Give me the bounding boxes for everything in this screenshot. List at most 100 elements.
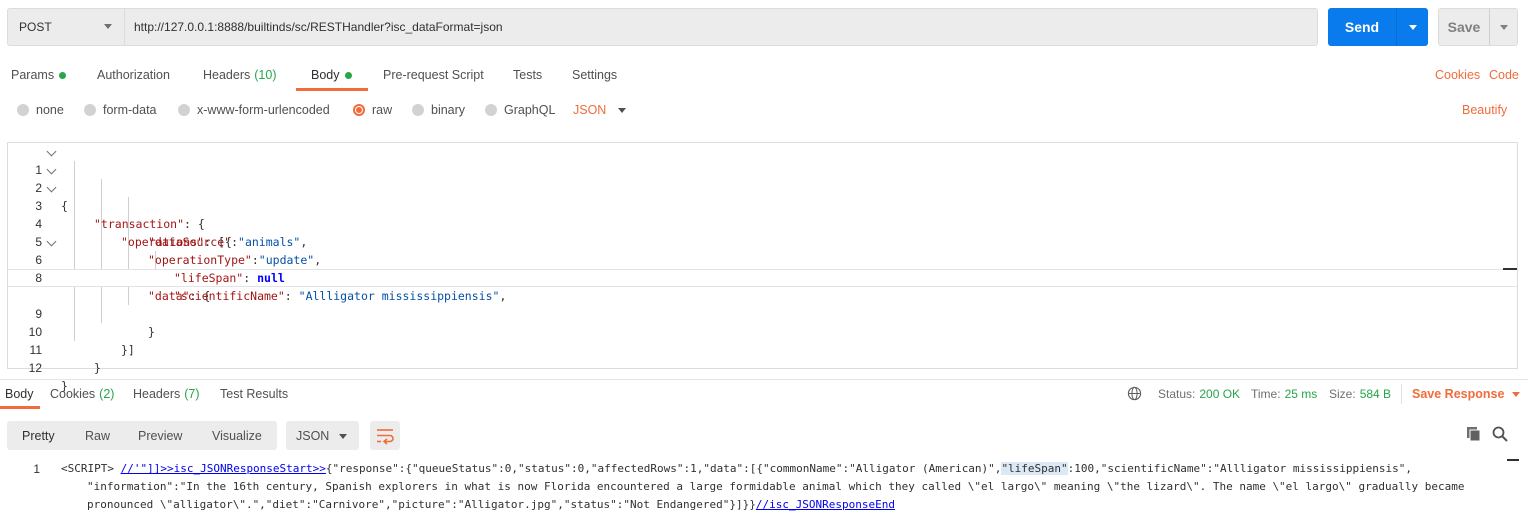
active-tab-indicator (296, 88, 368, 91)
beautify-link[interactable]: Beautify (1462, 100, 1507, 120)
tab-count: (10) (254, 68, 277, 82)
response-line: pronounced \"alligator\".","diet":"Carni… (87, 496, 895, 514)
tab-pre-request-script[interactable]: Pre-request Script (383, 60, 484, 90)
code-text: } (94, 359, 101, 377)
tab-label: Pre-request Script (383, 68, 484, 82)
save-options-button[interactable] (1489, 9, 1518, 45)
option-label: x-www-form-urlencoded (197, 103, 330, 117)
tab-authorization[interactable]: Authorization (97, 60, 170, 90)
body-type-none[interactable]: none (17, 100, 64, 120)
option-label: none (36, 103, 64, 117)
body-type-graphql[interactable]: GraphQL (485, 100, 555, 120)
format-label: JSON (296, 428, 330, 443)
fold-chevron-icon[interactable] (46, 182, 57, 193)
save-label: Save (1447, 19, 1481, 35)
time-label: Time: (1251, 387, 1281, 401)
copy-icon[interactable] (1466, 426, 1482, 442)
tab-headers[interactable]: Headers (10) (203, 60, 276, 90)
chevron-down-icon (104, 24, 112, 29)
active-tab-indicator (0, 406, 40, 409)
response-start-marker[interactable]: //'"]]>>isc_JSONResponseStart>> (121, 462, 326, 475)
response-tab-cookies[interactable]: Cookies (2) (50, 383, 114, 405)
code-line: 2 "transaction": { (8, 161, 1517, 231)
send-button[interactable]: Send (1328, 8, 1428, 46)
url-input[interactable]: http://127.0.0.1:8888/builtinds/sc/RESTH… (124, 8, 1318, 46)
radio-selected-icon (353, 104, 365, 116)
radio-icon (84, 104, 96, 116)
view-pretty-button[interactable]: Pretty (22, 421, 55, 450)
status-label: Status: (1158, 387, 1196, 401)
scrollbar-marker[interactable] (1507, 459, 1519, 461)
response-body[interactable]: 1 <SCRIPT> //'"]]>>isc_JSONResponseStart… (0, 460, 1528, 526)
search-icon[interactable] (1492, 426, 1508, 442)
body-type-urlencoded[interactable]: x-www-form-urlencoded (178, 100, 330, 120)
body-type-form-data[interactable]: form-data (84, 100, 157, 120)
body-type-raw[interactable]: raw (353, 100, 392, 120)
code-line: 6 "data": { (8, 233, 1517, 303)
code-line: 10 }] (8, 305, 1517, 357)
code-line: 12 } (8, 341, 1517, 393)
json-key: "lifeSpan" (174, 271, 244, 285)
format-label: JSON (573, 103, 607, 117)
wrap-lines-icon (377, 429, 394, 445)
response-text: pronounced \"alligator\".","diet":"Carni… (87, 498, 756, 511)
fold-chevron-icon[interactable] (46, 236, 57, 247)
code-link[interactable]: Code (1489, 60, 1519, 90)
view-preview-button[interactable]: Preview (138, 421, 182, 450)
code-line: 5 "operationType":"update", (8, 215, 1517, 267)
view-raw-button[interactable]: Raw (85, 421, 110, 450)
tab-count: (2) (99, 387, 115, 401)
fold-chevron-icon[interactable] (46, 164, 57, 175)
status-value: 200 OK (1199, 387, 1241, 401)
raw-format-select[interactable]: JSON (573, 100, 627, 120)
request-body-editor[interactable]: 1 { 2 "transaction": { 3 "operations": [… (7, 142, 1518, 393)
response-tab-test-results[interactable]: Test Results (220, 383, 288, 405)
response-format-select[interactable]: JSON (286, 421, 359, 450)
response-tab-headers[interactable]: Headers (7) (133, 383, 200, 405)
size-value: 584 B (1359, 387, 1392, 401)
fold-chevron-icon[interactable] (46, 146, 57, 157)
save-response-button[interactable]: Save Response (1412, 383, 1521, 405)
chevron-down-icon (1512, 391, 1521, 397)
tab-count: (7) (184, 387, 200, 401)
cookies-link[interactable]: Cookies (1435, 60, 1480, 90)
line-number: 1 (33, 462, 40, 476)
save-response-label: Save Response (1412, 387, 1505, 401)
wrap-lines-button[interactable] (370, 421, 400, 450)
save-button[interactable]: Save (1438, 8, 1518, 46)
radio-icon (412, 104, 424, 116)
tab-tests[interactable]: Tests (513, 60, 542, 90)
radio-icon (17, 104, 29, 116)
view-visualize-button[interactable]: Visualize (212, 421, 262, 450)
scrollbar-marker[interactable] (1503, 268, 1517, 270)
globe-icon[interactable] (1127, 386, 1142, 401)
chevron-down-icon (1500, 25, 1508, 30)
method-label: POST (19, 20, 52, 34)
divider (0, 379, 1528, 380)
method-select[interactable]: POST (7, 8, 124, 46)
code-line: 1 { (8, 143, 1517, 213)
json-null: null (257, 271, 285, 285)
tab-label: Authorization (97, 68, 170, 82)
tab-body[interactable]: Body (311, 60, 352, 90)
option-label: raw (372, 103, 393, 117)
send-options-button[interactable] (1396, 8, 1428, 46)
chevron-down-icon (1409, 25, 1417, 30)
view-mode-group: Pretty Raw Preview Visualize (7, 421, 277, 450)
option-label: binary (431, 103, 466, 117)
url-text: http://127.0.0.1:8888/builtinds/sc/RESTH… (134, 20, 503, 34)
tab-label: Headers (203, 68, 251, 82)
time-readout: Time: 25 ms (1251, 383, 1317, 405)
radio-icon (178, 104, 190, 116)
time-value: 25 ms (1284, 387, 1318, 401)
response-line: "information":"In the 16th century, Span… (87, 480, 1465, 493)
response-text: :100,"scientificName":"Allligator missis… (1067, 462, 1413, 475)
line-number: 12 (28, 361, 42, 375)
status-dot (344, 71, 352, 79)
code-line: 3 "operations": [{ (8, 179, 1517, 249)
response-end-marker[interactable]: //isc_JSONResponseEnd (756, 498, 895, 511)
tab-params[interactable]: Params (11, 60, 67, 90)
body-type-binary[interactable]: binary (412, 100, 465, 120)
tab-settings[interactable]: Settings (572, 60, 617, 90)
response-tab-body[interactable]: Body (5, 383, 34, 405)
